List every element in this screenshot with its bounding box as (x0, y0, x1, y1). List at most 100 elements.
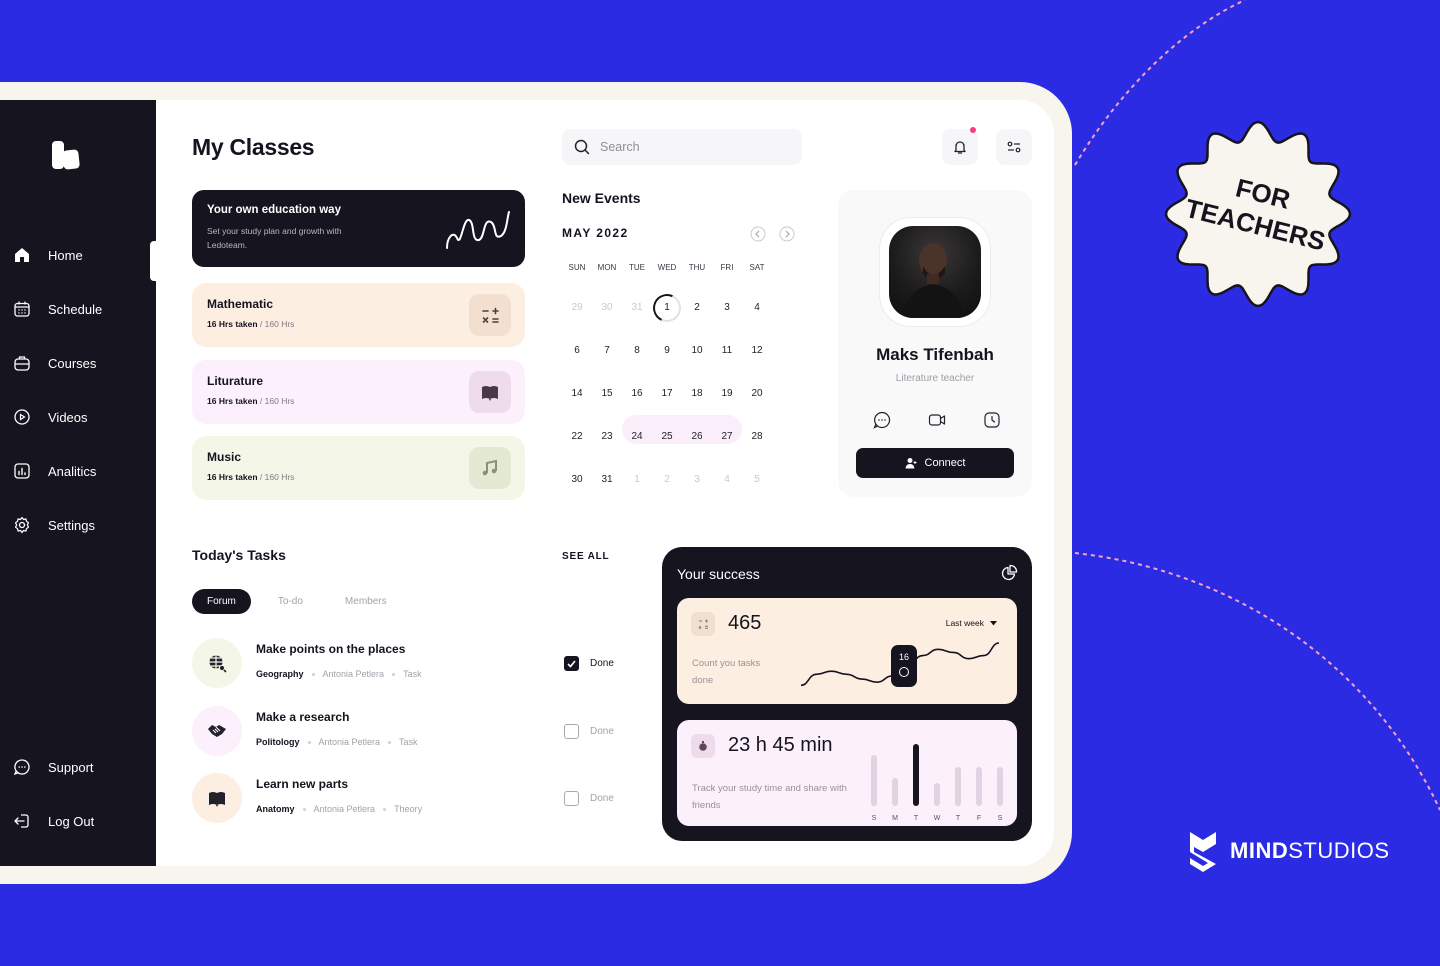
calendar-day[interactable]: 17 (652, 372, 682, 415)
checkbox[interactable] (564, 656, 579, 671)
calendar-day[interactable]: 31 (622, 286, 652, 329)
brand-name-light: STUDIOS (1288, 838, 1390, 863)
calendar-day[interactable]: 10 (682, 329, 712, 372)
search-icon (574, 139, 590, 155)
tab-to-do[interactable]: To-do (263, 589, 318, 614)
calendar-day[interactable]: 24 (622, 415, 652, 458)
trend-tooltip-marker (899, 667, 909, 677)
calendar-month: MAY 2022 (562, 226, 629, 240)
calendar-weekdays: SUN MON TUE WED THU FRI SAT (562, 263, 802, 272)
task-done-checkbox[interactable]: Done (564, 723, 614, 739)
calendar-day[interactable]: 31 (592, 458, 622, 501)
calendar-day[interactable]: 22 (562, 415, 592, 458)
avatar-frame (879, 217, 991, 327)
sidebar-item-support[interactable]: Support (0, 740, 156, 794)
notifications-button[interactable] (942, 127, 978, 165)
calendar-grid: 29 30 31 1 2 3 4 6 7 8 9 10 11 12 14 15 16 17 18 19 20 22 23 24… (562, 286, 802, 501)
sidebar-item-analitics[interactable]: Analitics (0, 444, 156, 498)
calendar-day[interactable]: 28 (742, 415, 772, 458)
calendar-day[interactable]: 6 (562, 329, 592, 372)
sidebar-item-videos[interactable]: Videos (0, 390, 156, 444)
calendar-day[interactable]: 15 (592, 372, 622, 415)
study-time-bar-chart: SMTWTFS (867, 732, 1005, 822)
bar-chart-icon (14, 463, 30, 479)
calendar-day[interactable]: 16 (622, 372, 652, 415)
sidebar-item-courses[interactable]: Courses (0, 336, 156, 390)
filters-button[interactable] (996, 129, 1032, 165)
pie-chart-icon[interactable] (1000, 564, 1018, 582)
class-hours: 16 Hrs taken / 160 Hrs (207, 472, 510, 482)
calendar-day[interactable]: 27 (712, 415, 742, 458)
brand-name: MINDSTUDIOS (1230, 838, 1390, 864)
calendar-day[interactable]: 25 (652, 415, 682, 458)
bar-day-label: W (933, 815, 941, 822)
calendar-prev-button[interactable] (750, 226, 766, 242)
calendar-day[interactable]: 14 (562, 372, 592, 415)
sidebar-item-schedule[interactable]: Schedule (0, 282, 156, 336)
calendar-day[interactable]: 7 (592, 329, 622, 372)
calendar-day[interactable]: 2 (652, 458, 682, 501)
connect-button[interactable]: Connect (856, 448, 1014, 478)
checkbox[interactable] (564, 723, 579, 739)
sidebar-item-log-out[interactable]: Log Out (0, 794, 156, 848)
study-bar-4 (955, 767, 961, 806)
chat-icon (13, 759, 30, 776)
class-card-liturature[interactable]: Liturature 16 Hrs taken / 160 Hrs (192, 359, 525, 424)
study-bar-6 (997, 767, 1003, 806)
calendar-day[interactable]: 18 (682, 372, 712, 415)
calendar-day[interactable]: 3 (712, 286, 742, 329)
home-icon (15, 248, 29, 262)
events-title: New Events (562, 190, 641, 206)
weekday-label: SAT (749, 263, 765, 272)
tab-members[interactable]: Members (330, 589, 402, 614)
class-card-mathematic[interactable]: Mathematic 16 Hrs taken / 160 Hrs (192, 283, 525, 347)
task-done-checkbox[interactable]: Done (564, 656, 614, 671)
task-item: Make points on the places Geography Anton… (192, 638, 632, 690)
task-subject: Geography (256, 669, 304, 679)
calendar-day[interactable]: 12 (742, 329, 772, 372)
calendar-day[interactable]: 11 (712, 329, 742, 372)
gear-icon (14, 516, 30, 534)
calendar-day[interactable]: 19 (712, 372, 742, 415)
clock-icon[interactable] (982, 410, 1002, 430)
class-title: Liturature (207, 373, 264, 388)
calendar-day[interactable]: 5 (742, 458, 772, 501)
calendar-day[interactable]: 4 (712, 458, 742, 501)
calendar-day[interactable]: 2 (682, 286, 712, 329)
calendar-next-button[interactable] (779, 226, 795, 242)
search-input[interactable] (600, 140, 790, 154)
chat-icon[interactable] (872, 410, 892, 430)
banner-subtitle: Set your study plan and growth with Ledo… (207, 226, 342, 250)
calendar-day[interactable]: 1 (652, 286, 682, 329)
app-logo-icon (52, 141, 80, 170)
study-bar-5 (976, 767, 982, 806)
stopwatch-icon (691, 734, 715, 758)
connect-label: Connect (924, 457, 966, 469)
education-banner[interactable]: Your own education way Set your study pl… (192, 190, 525, 267)
calendar-day[interactable]: 3 (682, 458, 712, 501)
sidebar-nav: Home Schedule Courses Videos Analitics S… (0, 228, 156, 552)
tab-forum[interactable]: Forum (192, 589, 251, 614)
calendar-day[interactable]: 29 (562, 286, 592, 329)
calendar-day[interactable]: 4 (742, 286, 772, 329)
study-time-description: Track your study time and share with fri… (692, 783, 847, 811)
checkbox[interactable] (564, 791, 579, 806)
mindstudios-brand: MINDSTUDIOS (1188, 830, 1390, 872)
video-icon[interactable] (927, 410, 947, 430)
task-meta: Geography Antonia Petlera Task (256, 669, 422, 679)
calendar-day[interactable]: 26 (682, 415, 712, 458)
calendar-day[interactable]: 8 (622, 329, 652, 372)
sidebar-item-settings[interactable]: Settings (0, 498, 156, 552)
calendar-day[interactable]: 30 (592, 286, 622, 329)
calendar-day[interactable]: 23 (592, 415, 622, 458)
task-done-checkbox[interactable]: Done (564, 791, 614, 806)
search-bar[interactable] (562, 129, 802, 165)
calendar-day[interactable]: 30 (562, 458, 592, 501)
sidebar-item-home[interactable]: Home (0, 228, 156, 282)
calendar-day[interactable]: 9 (652, 329, 682, 372)
calendar-day[interactable]: 1 (622, 458, 652, 501)
calendar-day[interactable]: 20 (742, 372, 772, 415)
hours-taken: 16 Hrs taken (207, 472, 258, 482)
see-all-link[interactable]: SEE ALL (562, 551, 609, 562)
class-card-music[interactable]: Music 16 Hrs taken / 160 Hrs (192, 436, 525, 500)
